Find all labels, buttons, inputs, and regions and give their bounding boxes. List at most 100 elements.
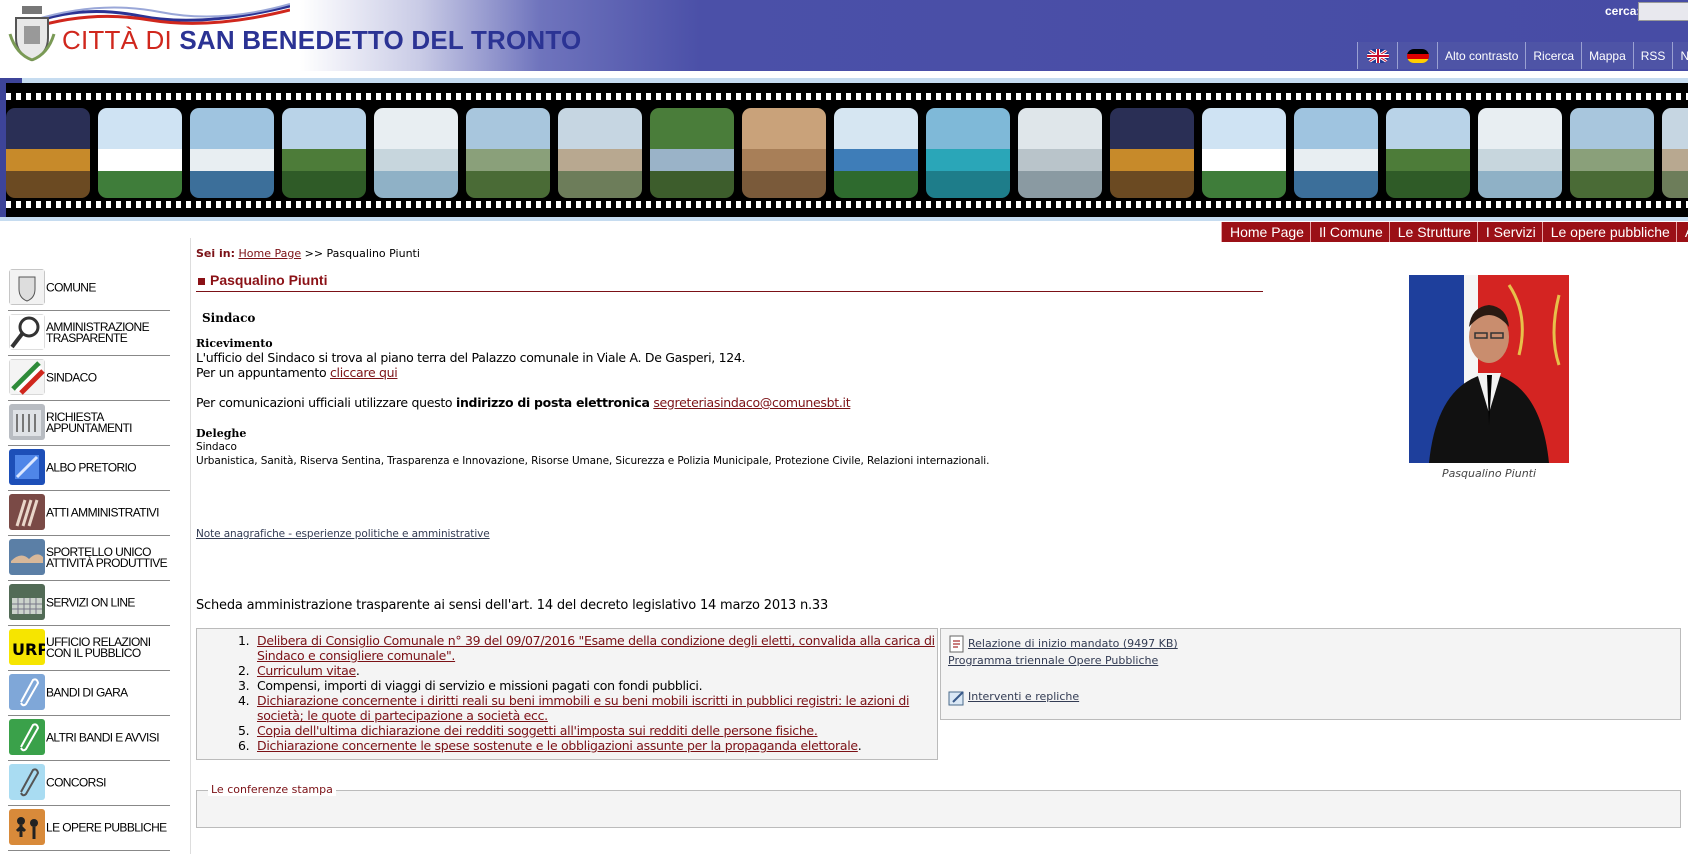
rss-link[interactable]: RSS (1632, 42, 1673, 69)
sidebar-item-sindaco[interactable]: SINDACO (8, 356, 170, 401)
nav-opere-pubbliche[interactable]: Le opere pubbliche (1541, 222, 1676, 242)
breadcrumb-home-link[interactable]: Home Page (238, 247, 301, 260)
filmstrip-photo (558, 108, 642, 198)
deleghe-text: Urbanistica, Sanità, Riserva Sentina, Tr… (196, 455, 990, 467)
title-bullet-icon (198, 278, 205, 285)
filmstrip-frames (6, 108, 1688, 198)
sidebar-item-comune[interactable]: COMUNE (8, 266, 170, 311)
filmstrip-photo (374, 108, 458, 198)
sidebar-item-label: RICHIESTA APPUNTAMENTI (46, 410, 133, 435)
filmstrip-photo (742, 108, 826, 198)
mayor-photo (1409, 275, 1569, 463)
filmstrip-photo (834, 108, 918, 198)
curriculum-link[interactable]: Curriculum vitae (257, 663, 356, 678)
paperclip-blue-icon (9, 674, 45, 710)
document-item: 1. Delibera di Consiglio Comunale n° 39 … (238, 633, 935, 663)
photo-caption: Pasqualino Piunti (1441, 467, 1537, 480)
interventi-line: Interventi e repliche (968, 690, 1079, 703)
sidebar-item-label: AMMINISTRAZIONE TRASPARENTE (46, 320, 150, 345)
filmstrip-photo (650, 108, 734, 198)
film-perforation-bottom (6, 201, 1688, 208)
germany-flag-icon (1406, 48, 1429, 63)
paperclip-green-icon (9, 719, 45, 755)
sidebar-item-sportello-unico[interactable]: SPORTELLO UNICO ATTIVITÀ PRODUTTIVE (8, 536, 170, 581)
sidebar-item-label: BANDI DI GARA (46, 685, 128, 700)
sidebar-item-atti-amministrativi[interactable]: ATTI AMMINISTRATIVI (8, 491, 170, 536)
paperclip-lightblue-icon (9, 764, 45, 800)
appointment-link[interactable]: cliccare qui (330, 365, 398, 380)
german-language-button[interactable] (1397, 42, 1437, 69)
edit-note-icon (948, 691, 964, 706)
sidebar-item-label: CONCORSI (46, 775, 106, 790)
sidebar-item-urp[interactable]: URP UFFICIO RELAZIONI CON IL PUBBLICO (8, 626, 170, 671)
search-link[interactable]: Ricerca (1525, 42, 1582, 69)
site-header: CITTÀ DI SAN BENEDETTO DEL TRONTO cerca:… (0, 0, 1688, 71)
sidebar-item-richiesta-appuntamenti[interactable]: RICHIESTA APPUNTAMENTI (8, 401, 170, 446)
mayor-portrait-image (1409, 275, 1569, 463)
banner-bottom-band (0, 217, 1688, 221)
workers-icon (9, 809, 45, 845)
nav-home-page[interactable]: Home Page (1221, 222, 1310, 242)
nav-il-comune[interactable]: Il Comune (1309, 222, 1389, 242)
keyboard-icon (9, 584, 45, 620)
sidebar-item-bandi-di-gara[interactable]: BANDI DI GARA (8, 671, 170, 716)
nav-le-strutture[interactable]: Le Strutture (1388, 222, 1477, 242)
tricolor-sash-icon (9, 359, 45, 395)
programma-link[interactable]: Programma triennale Opere Pubbliche (948, 654, 1158, 667)
compensi-text: Compensi, importi di viaggi di servizio … (257, 678, 703, 693)
note-anagrafiche-line: Note anagrafiche - esperienze politiche … (196, 528, 490, 540)
email-link[interactable]: segreteriasindaco@comunesbt.it (653, 395, 850, 410)
sidebar-item-amministrazione-trasparente[interactable]: AMMINISTRAZIONE TRASPARENTE (8, 311, 170, 356)
filmstrip-photo (1018, 108, 1102, 198)
filmstrip-photo (466, 108, 550, 198)
high-contrast-link[interactable]: Alto contrasto (1437, 42, 1526, 69)
diritti-reali-link[interactable]: Dichiarazione concernente i diritti real… (257, 693, 910, 723)
sidebar-item-concorsi[interactable]: CONCORSI (8, 761, 170, 806)
deleghe-role: Sindaco (196, 441, 237, 453)
email-bold-label: indirizzo di posta elettronica (455, 395, 650, 410)
document-item: 3. Compensi, importi di viaggi di serviz… (238, 678, 703, 693)
magnifier-icon (9, 314, 45, 350)
filmstrip-photo (1570, 108, 1654, 198)
note-anagrafiche-link[interactable]: Note anagrafiche - esperienze politiche … (196, 528, 490, 540)
english-language-button[interactable] (1357, 42, 1397, 69)
dichiarazione-redditi-link[interactable]: Copia dell'ultima dichiarazione dei redd… (257, 723, 818, 738)
sidebar-item-albo-pretorio[interactable]: ALBO PRETORIO (8, 446, 170, 491)
sidebar-item-altri-bandi[interactable]: ALTRI BANDI E AVVISI (8, 716, 170, 761)
urp-logo-icon: URP (9, 629, 45, 665)
ricevimento-text: L'ufficio del Sindaco si trova al piano … (196, 350, 746, 365)
city-crest-icon (8, 6, 56, 62)
relazione-line: Relazione di inizio mandato (9497 KB) (968, 637, 1178, 650)
interventi-link[interactable]: Interventi e repliche (968, 690, 1079, 703)
press-conferences-box (196, 790, 1681, 828)
sidebar-item-label: SERVIZI ON LINE (46, 595, 135, 610)
top-links-bar: Alto contrasto Ricerca Mappa RSS Ne (1357, 42, 1688, 69)
handshake-icon (9, 539, 45, 575)
news-link[interactable]: Ne (1672, 42, 1688, 69)
filmstrip-photo (926, 108, 1010, 198)
search-input[interactable] (1638, 2, 1688, 21)
spese-elettorali-link[interactable]: Dichiarazione concernente le spese soste… (257, 738, 858, 753)
delibera-link[interactable]: Delibera di Consiglio Comunale n° 39 del… (257, 633, 935, 663)
press-conferences-legend: Le conferenze stampa (208, 783, 336, 796)
deleghe-label: Deleghe (196, 427, 247, 440)
documents-box: 1. Delibera di Consiglio Comunale n° 39 … (196, 628, 938, 760)
ricevimento-label: Ricevimento (196, 337, 273, 350)
sidebar-item-servizi-on-line[interactable]: SERVIZI ON LINE (8, 581, 170, 626)
site-title[interactable]: CITTÀ DI SAN BENEDETTO DEL TRONTO (62, 25, 581, 56)
map-link[interactable]: Mappa (1581, 42, 1633, 69)
filmstrip-photo (1662, 108, 1688, 198)
sidebar-item-label: LE OPERE PUBBLICHE (46, 820, 167, 835)
sidebar-item-label: ALTRI BANDI E AVVISI (46, 730, 160, 745)
nav-i-servizi[interactable]: I Servizi (1476, 222, 1542, 242)
mayor-role: Sindaco (202, 311, 256, 325)
filmstrip-photo (98, 108, 182, 198)
nav-area[interactable]: Area (1675, 222, 1688, 242)
pdf-document-icon (949, 635, 964, 653)
svg-text:URP: URP (12, 640, 45, 659)
sidebar-item-opere-pubbliche[interactable]: LE OPERE PUBBLICHE (8, 806, 170, 851)
related-documents-box: Relazione di inizio mandato (9497 KB) Pr… (940, 628, 1681, 720)
document-item: 5. Copia dell'ultima dichiarazione dei r… (238, 723, 818, 738)
sidebar-item-label: UFFICIO RELAZIONI CON IL PUBBLICO (46, 635, 151, 660)
relazione-link[interactable]: Relazione di inizio mandato (9497 KB) (968, 637, 1178, 650)
